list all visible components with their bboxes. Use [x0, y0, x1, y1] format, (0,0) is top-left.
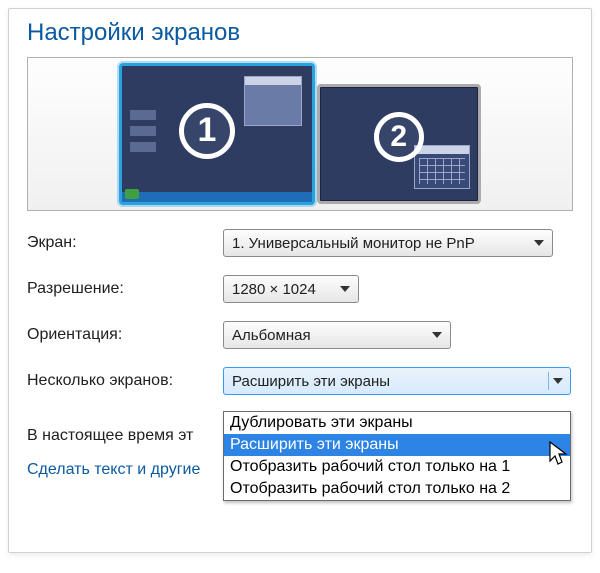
display-label: Экран: [27, 234, 223, 252]
taskbar-illustration [122, 192, 312, 202]
monitor-number-1: 1 [179, 103, 235, 159]
option-extend[interactable]: Расширить эти экраны [224, 434, 570, 456]
chevron-down-icon [428, 326, 446, 344]
display-dropdown[interactable]: 1. Универсальный монитор не PnP [223, 229, 553, 257]
monitor-1[interactable]: 1 [119, 63, 315, 205]
multiple-displays-dropdown[interactable]: Расширить эти экраны [223, 367, 571, 395]
option-show-only-1[interactable]: Отобразить рабочий стол только на 1 [224, 456, 570, 478]
option-duplicate[interactable]: Дублировать эти экраны [224, 412, 570, 434]
multiple-displays-row: Несколько экранов: Расширить эти экраны [27, 367, 573, 395]
start-button-illustration [125, 189, 139, 199]
multiple-displays-label: Несколько экранов: [27, 372, 223, 390]
desktop-icons-illustration [130, 110, 156, 156]
chevron-down-icon [548, 372, 566, 390]
display-value: 1. Универсальный монитор не PnP [232, 235, 475, 252]
orientation-label: Ориентация: [27, 326, 223, 344]
window-illustration [244, 76, 302, 126]
chevron-down-icon [530, 234, 548, 252]
monitor-number-2: 2 [374, 112, 424, 162]
monitor-preview-area: 1 2 [27, 57, 573, 211]
resolution-row: Разрешение: 1280 × 1024 [27, 275, 573, 303]
monitor-2[interactable]: 2 [317, 84, 481, 204]
display-row: Экран: 1. Универсальный монитор не PnP [27, 229, 573, 257]
multiple-displays-options-list: Дублировать эти экраны Расширить эти экр… [223, 411, 571, 501]
chevron-down-icon [336, 280, 354, 298]
page-title: Настройки экранов [27, 19, 573, 47]
orientation-dropdown[interactable]: Альбомная [223, 321, 451, 349]
option-show-only-2[interactable]: Отобразить рабочий стол только на 2 [224, 478, 570, 500]
resolution-label: Разрешение: [27, 280, 223, 298]
display-settings-panel: Настройки экранов 1 2 Экран: 1. Универса… [8, 8, 592, 553]
orientation-value: Альбомная [232, 327, 311, 344]
orientation-row: Ориентация: Альбомная [27, 321, 573, 349]
resolution-value: 1280 × 1024 [232, 281, 316, 298]
calendar-illustration [414, 145, 470, 189]
multiple-displays-value: Расширить эти экраны [232, 373, 390, 390]
text-size-link[interactable]: Сделать текст и другие [27, 461, 200, 478]
resolution-dropdown[interactable]: 1280 × 1024 [223, 275, 359, 303]
